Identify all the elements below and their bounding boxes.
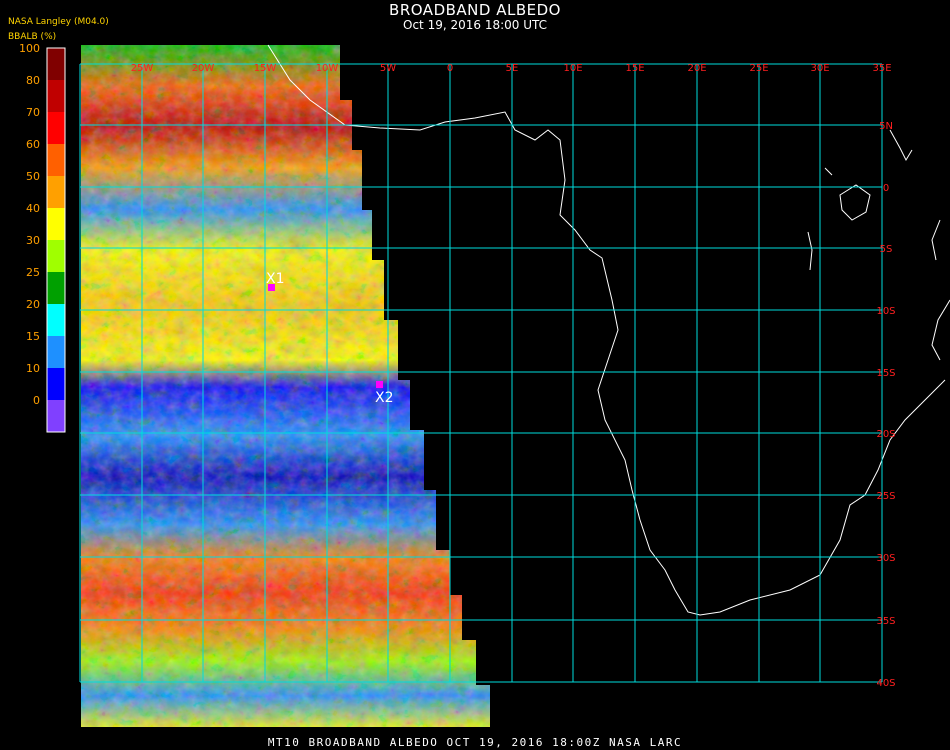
albedo-map: 25W 20W 15W 10W 5W 0 5E 10E 15E 20E 25E 30E 35E 5N05… bbox=[19, 42, 950, 727]
colorbar-segment bbox=[47, 368, 65, 400]
lon-label: 15E bbox=[625, 63, 644, 74]
colorbar-segment bbox=[47, 304, 65, 336]
colorbar-tick-label: 100 bbox=[19, 42, 40, 55]
lat-label: 25S bbox=[876, 491, 895, 502]
lon-label: 10E bbox=[563, 63, 582, 74]
lat-label: 30S bbox=[876, 553, 895, 564]
colorbar-segment bbox=[47, 144, 65, 176]
colorbar-segment bbox=[47, 48, 65, 80]
colorbar-tick-label: 20 bbox=[26, 298, 40, 311]
lon-label: 20E bbox=[687, 63, 706, 74]
colorbar-tick-label: 0 bbox=[33, 394, 40, 407]
colorbar-segment bbox=[47, 176, 65, 208]
lon-label: 30E bbox=[810, 63, 829, 74]
lat-label: 10S bbox=[876, 306, 895, 317]
colorbar-segment bbox=[47, 240, 65, 272]
colorbar-tick-label: 80 bbox=[26, 74, 40, 87]
lon-label: 25W bbox=[131, 63, 154, 74]
colorbar-tick-label: 25 bbox=[26, 266, 40, 279]
lat-label: 5S bbox=[880, 244, 893, 255]
lon-label: 25E bbox=[749, 63, 768, 74]
lat-label: 40S bbox=[876, 678, 895, 689]
lon-label: 0 bbox=[447, 63, 453, 74]
lat-label: 35S bbox=[876, 616, 895, 627]
colorbar-segment bbox=[47, 80, 65, 112]
lon-label: 5W bbox=[380, 63, 396, 74]
lon-label: 35E bbox=[872, 63, 891, 74]
lat-label: 5N bbox=[879, 121, 893, 132]
lat-label: 15S bbox=[876, 368, 895, 379]
colorbar-tick-label: 50 bbox=[26, 170, 40, 183]
colorbar-tick-label: 70 bbox=[26, 106, 40, 119]
marker-x1-label: X1 bbox=[266, 271, 285, 287]
colorbar-tick-label: 15 bbox=[26, 330, 40, 343]
colorbar-tick-label: 10 bbox=[26, 362, 40, 375]
lon-label: 15W bbox=[254, 63, 277, 74]
colorbar-segment bbox=[47, 208, 65, 240]
lat-label: 20S bbox=[876, 429, 895, 440]
colorbar: 100807060504030252015100 bbox=[19, 42, 66, 433]
marker-x2-point bbox=[376, 381, 383, 388]
lon-label: 20W bbox=[192, 63, 215, 74]
colorbar-tick-label: 40 bbox=[26, 202, 40, 215]
map-footer: MT10 BROADBAND ALBEDO OCT 19, 2016 18:00… bbox=[267, 736, 683, 749]
colorbar-segment bbox=[47, 112, 65, 144]
lon-label: 10W bbox=[316, 63, 339, 74]
colorbar-tick-label: 60 bbox=[26, 138, 40, 151]
lon-label: 5E bbox=[506, 63, 519, 74]
satellite-swath bbox=[81, 45, 490, 727]
lat-label: 0 bbox=[883, 183, 889, 194]
colorbar-segment bbox=[47, 336, 65, 368]
marker-x2-label: X2 bbox=[375, 390, 394, 406]
colorbar-tick-label: 30 bbox=[26, 234, 40, 247]
latitude-labels: 5N 0 5S 10S 15S 20S 25S 30S 35S 40S bbox=[876, 121, 895, 689]
colorbar-segment bbox=[47, 272, 65, 304]
colorbar-segment bbox=[47, 400, 65, 432]
